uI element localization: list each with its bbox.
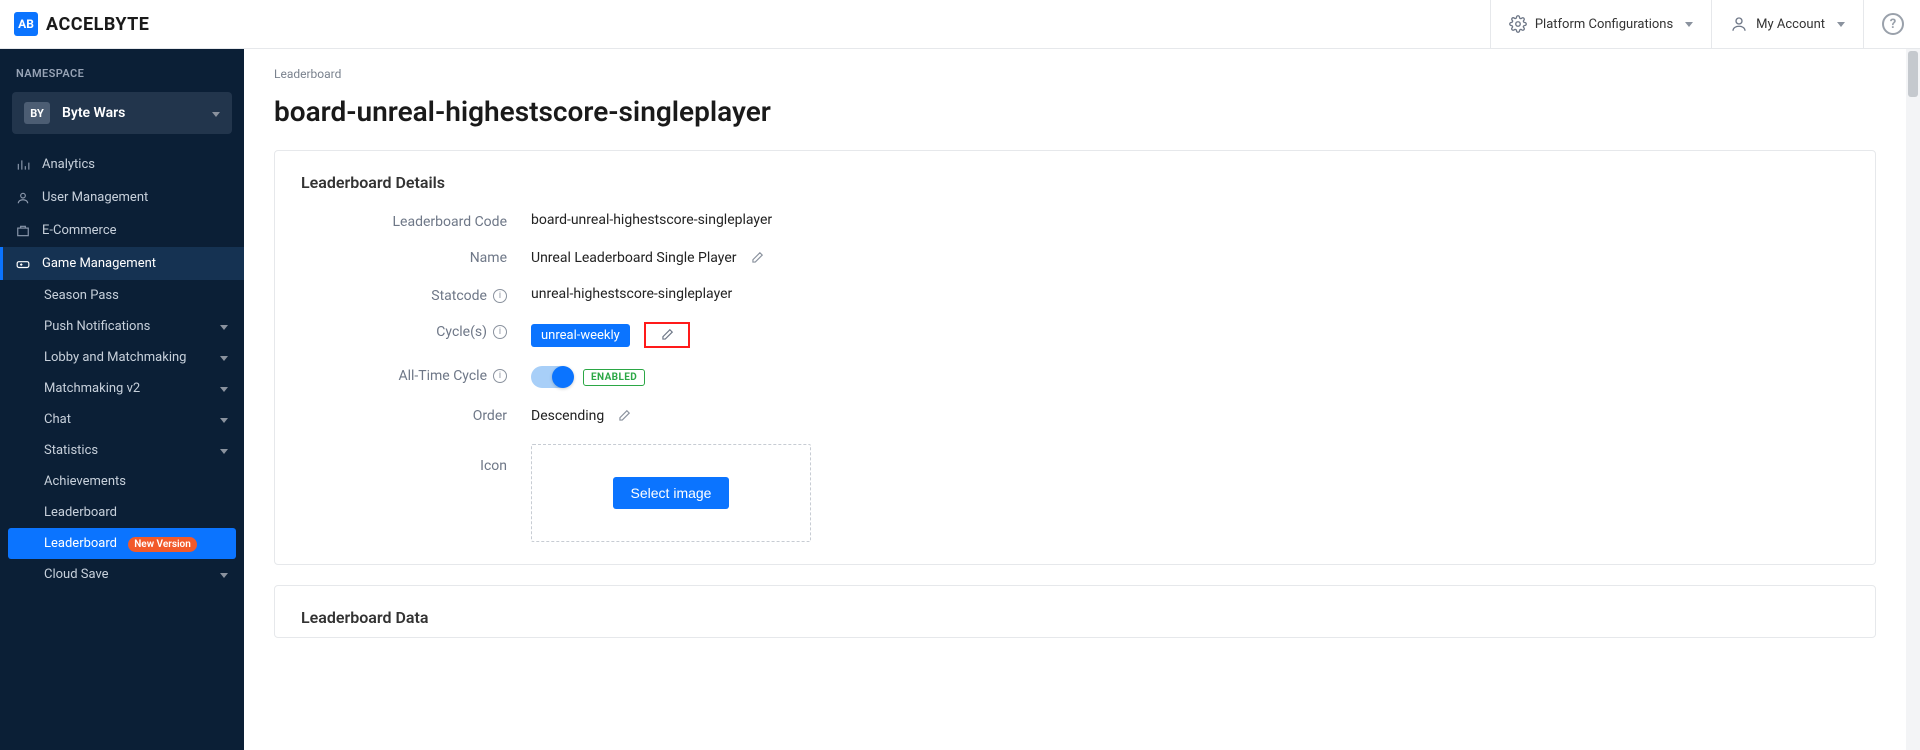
subitem-leaderboard-new[interactable]: Leaderboard New Version [8, 528, 236, 559]
subitem-label: Matchmaking v2 [44, 381, 140, 396]
chevron-down-icon [216, 351, 228, 365]
page-title: board-unreal-highestscore-singleplayer [274, 95, 1876, 128]
breadcrumb[interactable]: Leaderboard [274, 67, 1876, 81]
card-title: Leaderboard Data [301, 608, 1849, 627]
pencil-icon [750, 251, 764, 265]
leaderboard-details-card: Leaderboard Details Leaderboard Code boa… [274, 150, 1876, 565]
alltime-status-badge: ENABLED [583, 369, 645, 386]
subitem-label: Leaderboard [44, 536, 117, 551]
gamepad-icon [16, 257, 30, 271]
value-name: Unreal Leaderboard Single Player [531, 250, 737, 266]
brand: AB ACCELBYTE [14, 12, 149, 36]
subitem-label: Push Notifications [44, 319, 150, 334]
chevron-down-icon [216, 568, 228, 582]
value-order: Descending [531, 408, 604, 424]
sidebar-item-label: E-Commerce [42, 223, 117, 238]
pencil-icon [617, 409, 631, 423]
namespace-picker[interactable]: BY Byte Wars [12, 92, 232, 134]
subitem-season-pass[interactable]: Season Pass [0, 280, 244, 311]
chevron-down-icon [1681, 17, 1693, 32]
label-icon: Icon [301, 444, 531, 474]
namespace-badge: BY [24, 102, 50, 124]
subitem-achievements[interactable]: Achievements [0, 466, 244, 497]
pencil-icon [660, 328, 674, 342]
subitem-matchmaking-v2[interactable]: Matchmaking v2 [0, 373, 244, 404]
user-icon [16, 191, 30, 205]
sidebar-item-ecommerce[interactable]: E-Commerce [0, 214, 244, 247]
label-name: Name [301, 248, 531, 266]
sidebar-item-label: User Management [42, 190, 148, 205]
gear-icon [1509, 15, 1527, 33]
main-content: Leaderboard board-unreal-highestscore-si… [244, 49, 1920, 750]
label-statcode: Statcode [431, 288, 487, 304]
label-cycles: Cycle(s) [436, 324, 487, 340]
platform-configurations-menu[interactable]: Platform Configurations [1490, 0, 1711, 49]
subitem-label: Leaderboard [44, 505, 117, 520]
value-statcode: unreal-highestscore-singleplayer [531, 286, 732, 302]
edit-name-button[interactable] [747, 248, 767, 268]
chevron-down-icon [216, 320, 228, 334]
user-icon [1730, 15, 1748, 33]
platform-configurations-label: Platform Configurations [1535, 17, 1673, 32]
chevron-down-icon [216, 382, 228, 396]
scrollbar-thumb[interactable] [1908, 51, 1918, 97]
new-version-badge: New Version [128, 537, 197, 552]
subitem-lobby-matchmaking[interactable]: Lobby and Matchmaking [0, 342, 244, 373]
subitem-label: Achievements [44, 474, 126, 489]
edit-order-button[interactable] [614, 406, 634, 426]
subitem-label: Lobby and Matchmaking [44, 350, 186, 365]
subitem-label: Statistics [44, 443, 98, 458]
my-account-menu[interactable]: My Account [1711, 0, 1863, 49]
alltime-toggle[interactable] [531, 366, 573, 388]
store-icon [16, 224, 30, 238]
cycle-tag: unreal-weekly [531, 324, 630, 347]
leaderboard-data-card: Leaderboard Data [274, 585, 1876, 638]
subitem-label: Chat [44, 412, 71, 427]
my-account-label: My Account [1756, 17, 1825, 32]
topbar: AB ACCELBYTE Platform Configurations My … [0, 0, 1920, 49]
sidebar-item-user-management[interactable]: User Management [0, 181, 244, 214]
sidebar-section-label: NAMESPACE [0, 49, 244, 92]
edit-cycles-highlight [644, 322, 690, 348]
select-image-button[interactable]: Select image [613, 477, 730, 509]
topbar-right: Platform Configurations My Account ? [1490, 0, 1904, 49]
info-icon[interactable]: i [493, 325, 507, 339]
subitem-leaderboard[interactable]: Leaderboard [0, 497, 244, 528]
chevron-down-icon [1833, 17, 1845, 32]
value-leaderboard-code: board-unreal-highestscore-singleplayer [531, 212, 772, 228]
chevron-down-icon [216, 444, 228, 458]
subitem-chat[interactable]: Chat [0, 404, 244, 435]
subitem-label: Cloud Save [44, 567, 109, 582]
help-button[interactable]: ? [1863, 0, 1904, 49]
toggle-knob [552, 366, 574, 388]
brand-name: ACCELBYTE [46, 14, 149, 35]
subitem-statistics[interactable]: Statistics [0, 435, 244, 466]
sidebar-item-label: Game Management [42, 256, 156, 271]
icon-dropzone[interactable]: Select image [531, 444, 811, 542]
chart-icon [16, 158, 30, 172]
card-title: Leaderboard Details [301, 173, 1849, 192]
sidebar: NAMESPACE BY Byte Wars Analytics User Ma… [0, 49, 244, 750]
chevron-down-icon [216, 413, 228, 427]
help-icon: ? [1882, 13, 1904, 35]
sidebar-item-label: Analytics [42, 157, 95, 172]
sidebar-item-analytics[interactable]: Analytics [0, 148, 244, 181]
subitem-push-notifications[interactable]: Push Notifications [0, 311, 244, 342]
chevron-down-icon [208, 104, 220, 123]
subitem-cloud-save[interactable]: Cloud Save [0, 559, 244, 590]
brand-logo: AB [14, 12, 38, 36]
namespace-name: Byte Wars [62, 105, 208, 121]
scrollbar[interactable] [1906, 49, 1920, 750]
edit-cycles-button[interactable] [660, 328, 674, 342]
label-alltime-cycle: All-Time Cycle [398, 368, 487, 384]
info-icon[interactable]: i [493, 369, 507, 383]
sidebar-item-game-management[interactable]: Game Management [0, 247, 244, 280]
label-order: Order [301, 406, 531, 424]
label-leaderboard-code: Leaderboard Code [301, 212, 531, 230]
subitem-label: Season Pass [44, 288, 119, 303]
info-icon[interactable]: i [493, 289, 507, 303]
